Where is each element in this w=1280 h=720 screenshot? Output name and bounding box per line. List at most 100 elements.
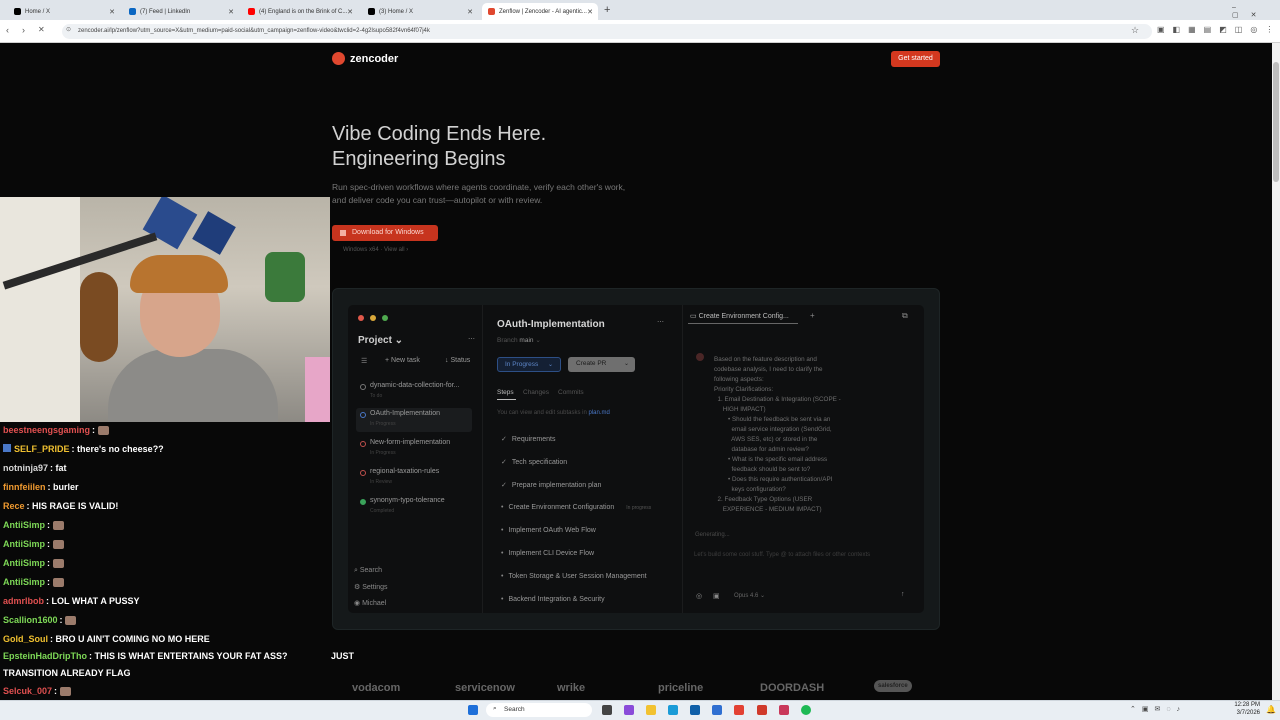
window-controls[interactable]: –▢✕ — [1232, 4, 1280, 19]
close-tab-icon[interactable]: ✕ — [109, 8, 115, 16]
chrome-icon[interactable] — [734, 705, 744, 715]
step-item[interactable]: • Token Storage & User Session Management — [501, 573, 647, 580]
project-name: regional-taxation-rules — [370, 468, 440, 475]
status-filter-button[interactable]: ↓ Status — [445, 357, 470, 364]
mail-icon[interactable] — [712, 705, 722, 715]
close-tab-icon[interactable]: ✕ — [228, 8, 234, 16]
settings-nav[interactable]: ⚙ Settings — [354, 583, 388, 591]
download-subtext[interactable]: Windows x64 · View all › — [343, 247, 408, 253]
taskbar-clock[interactable]: 12:28 PM 3/7/2026 — [1222, 701, 1260, 717]
task-more-icon[interactable]: ⋯ — [657, 318, 664, 326]
list-view-icon[interactable]: ☰ — [361, 357, 367, 365]
webcam-poster — [265, 252, 305, 302]
get-started-button[interactable]: Get started — [891, 51, 940, 67]
chat-username[interactable]: Selcuk_007 — [3, 686, 52, 696]
project-item[interactable]: OAuth-Implementation In Progress — [356, 408, 472, 432]
step-item[interactable]: • Create Environment Configuration In prog… — [501, 504, 651, 511]
project-dropdown[interactable]: Project ⌄ — [358, 335, 403, 346]
user-nav[interactable]: ◉ Michael — [354, 599, 386, 607]
chat-text: THIS IS WHAT ENTERTAINS YOUR FAT ASS? — [94, 651, 288, 661]
tab-steps[interactable]: Steps — [497, 389, 514, 396]
chat-username[interactable]: AntiiSimp — [3, 577, 45, 587]
taskbar-search[interactable]: ⌕ Search — [486, 703, 592, 717]
browser-tab[interactable]: Home / X ✕ — [8, 3, 120, 20]
step-item[interactable]: • Implement OAuth Web Flow — [501, 527, 596, 534]
project-item[interactable]: New-form-implementation In Progress — [356, 437, 472, 461]
new-task-button[interactable]: + New task — [385, 357, 420, 364]
step-item[interactable]: ✓ Prepare implementation plan — [501, 481, 601, 489]
windows-start-icon[interactable] — [468, 705, 478, 715]
step-item[interactable]: ✓ Tech specification — [501, 458, 567, 466]
close-tab-icon[interactable]: ✕ — [467, 8, 473, 16]
chat-username[interactable]: SELF_PRIDE — [14, 444, 70, 454]
chat-username[interactable]: EpsteinHadDripTho — [3, 651, 87, 661]
chat-username[interactable]: AntiiSimp — [3, 520, 45, 530]
add-chat-tab-icon[interactable]: + — [810, 311, 815, 320]
site-info-icon[interactable]: ⊙ — [66, 26, 71, 33]
chat-username[interactable]: Gold_Soul — [3, 634, 48, 644]
project-more-icon[interactable]: ⋯ — [468, 335, 475, 343]
close-load-icon[interactable]: ✕ — [38, 25, 45, 34]
close-tab-icon[interactable]: ✕ — [347, 8, 353, 16]
forward-icon[interactable]: › — [22, 25, 25, 35]
file-explorer-icon[interactable] — [646, 705, 656, 715]
plan-md-link[interactable]: plan.md — [589, 410, 610, 416]
project-item[interactable]: dynamic-data-collection-for... To do — [356, 380, 472, 404]
system-tray[interactable]: ⌃▣✉◌♪ — [1130, 705, 1186, 713]
task-view-icon[interactable] — [602, 705, 612, 715]
chat-tab[interactable]: ▭ Create Environment Config... — [690, 312, 789, 320]
chat-input[interactable]: Let's build some cool stuff. Type @ to a… — [694, 552, 870, 558]
search-nav[interactable]: ⌕ Search — [354, 567, 382, 575]
agent-message-line: Priority Clarifications: — [714, 386, 774, 393]
step-item[interactable]: • Implement CLI Device Flow — [501, 550, 594, 557]
chat-username[interactable]: beestneengsgaming — [3, 425, 90, 435]
close-tab-icon[interactable]: ✕ — [587, 8, 593, 16]
browser-tab[interactable]: Zenflow | Zencoder - AI agentic... ✕ — [482, 3, 598, 20]
tab-favicon-icon — [248, 8, 255, 15]
edge-icon[interactable] — [668, 705, 678, 715]
chat-username[interactable]: admrlbob — [3, 596, 44, 606]
extension-icons[interactable]: ▣◧▦▤◩◫◎⋮ — [1157, 25, 1280, 34]
bookmark-star-icon[interactable]: ☆ — [1131, 25, 1139, 36]
scrollbar-thumb[interactable] — [1273, 62, 1279, 182]
chat-username[interactable]: Scallion1600 — [3, 615, 58, 625]
attach-icon[interactable]: ▣ — [713, 592, 720, 600]
zencoder-logo[interactable]: zencoder — [332, 52, 398, 65]
download-windows-button[interactable]: Download for Windows — [332, 225, 438, 241]
address-bar[interactable]: zencoder.ai/lp/zenflow?utm_source=X&utm_… — [62, 24, 1152, 39]
chat-username[interactable]: AntiiSimp — [3, 539, 45, 549]
step-item[interactable]: • Backend Integration & Security — [501, 596, 605, 603]
browser-tab[interactable]: (3) Home / X ✕ — [362, 3, 478, 20]
project-item[interactable]: synonym-typo-tolerance Completed — [356, 495, 472, 519]
spotify-icon[interactable] — [801, 705, 811, 715]
obs-icon[interactable] — [779, 705, 789, 715]
tab-commits[interactable]: Commits — [558, 389, 584, 396]
taskbar-search-label: Search — [504, 706, 525, 713]
chat-username[interactable]: AntiiSimp — [3, 558, 45, 568]
windows-taskbar — [0, 700, 1280, 720]
browser-tab[interactable]: (4) England is on the Brink of C... ✕ — [242, 3, 358, 20]
mention-icon[interactable]: ◎ — [696, 592, 702, 600]
branch-selector[interactable]: Branch main ⌄ — [497, 336, 541, 344]
chat-message: AntiiSimp: — [3, 539, 64, 550]
status-pill[interactable]: In Progress ⌄ — [497, 357, 561, 372]
app-icon[interactable] — [757, 705, 767, 715]
tab-title: (3) Home / X — [379, 8, 414, 15]
tab-changes[interactable]: Changes — [523, 389, 549, 396]
step-item[interactable]: ✓ Requirements — [501, 435, 555, 443]
chat-username[interactable]: finnfeiilen — [3, 482, 46, 492]
store-icon[interactable] — [690, 705, 700, 715]
back-icon[interactable]: ‹ — [6, 25, 9, 35]
chat-username[interactable]: Rece — [3, 501, 25, 511]
send-icon[interactable]: ↑ — [901, 591, 905, 598]
chat-username[interactable]: notninja97 — [3, 463, 48, 473]
copilot-icon[interactable] — [624, 705, 634, 715]
chat-history-icon[interactable]: ⧉ — [902, 311, 908, 321]
chat-message: finnfeiilen: burler — [3, 482, 79, 492]
browser-tab[interactable]: (7) Feed | LinkedIn ✕ — [123, 3, 239, 20]
create-pr-button[interactable]: Create PR ⌄ — [568, 357, 635, 372]
project-item[interactable]: regional-taxation-rules In Review — [356, 466, 472, 490]
notification-icon[interactable]: 🔔 — [1266, 705, 1276, 714]
new-tab-button[interactable]: + — [604, 4, 610, 16]
model-selector[interactable]: Opus 4.6 ⌄ — [734, 592, 765, 599]
